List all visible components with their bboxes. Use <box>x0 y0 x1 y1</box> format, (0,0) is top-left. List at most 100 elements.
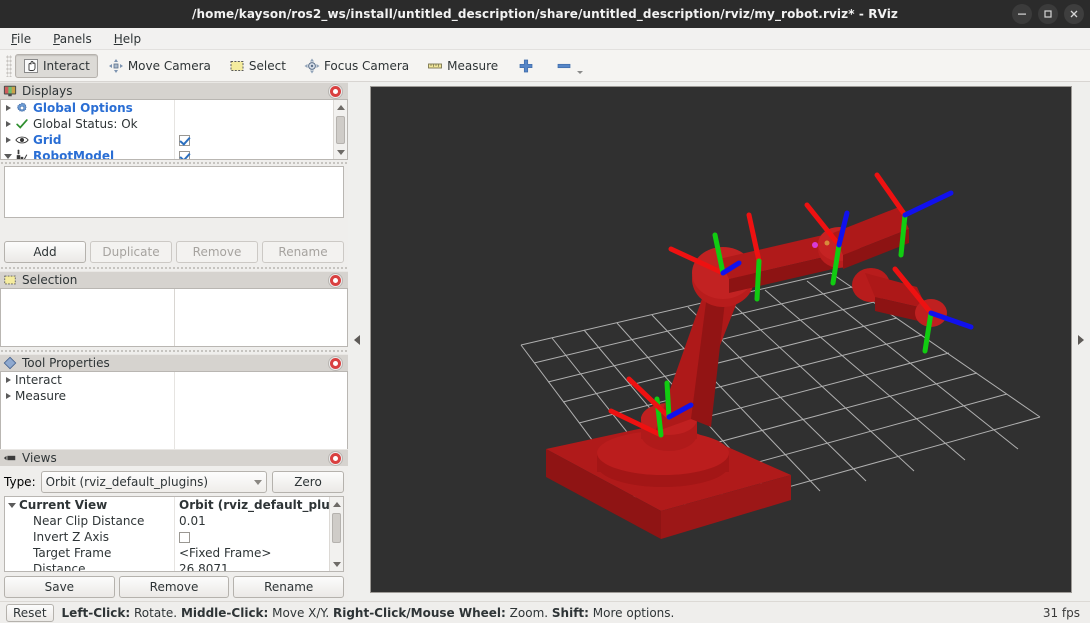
property-name: Current View <box>19 498 108 512</box>
add-tool-button[interactable] <box>508 54 544 78</box>
statusbar: Reset Left-Click: Rotate. Middle-Click: … <box>0 601 1090 623</box>
reset-view-button[interactable]: Reset <box>6 603 54 622</box>
close-icon <box>1070 10 1078 18</box>
tree-row-robotmodel[interactable]: RobotModel <box>1 148 347 160</box>
displays-tree[interactable]: Global Options Global Status: Ok Grid Ro… <box>0 99 348 160</box>
duplicate-display-button[interactable]: Duplicate <box>90 241 172 263</box>
property-value-cell[interactable]: 26.8071 <box>174 561 343 571</box>
selection-panel-close-icon[interactable] <box>329 273 342 287</box>
scroll-up-arrow-icon[interactable] <box>334 100 347 114</box>
tree-row-interact[interactable]: Interact <box>1 372 347 388</box>
property-value-cell[interactable]: <Fixed Frame> <box>174 545 343 561</box>
toolbar-grip[interactable] <box>6 54 12 77</box>
robotmodel-enabled-checkbox[interactable] <box>179 150 190 159</box>
tree-value[interactable] <box>174 372 347 388</box>
tool-select-label: Select <box>248 58 286 73</box>
tool-focus-camera-label: Focus Camera <box>323 58 410 73</box>
minus-icon <box>557 63 571 68</box>
tree-value[interactable] <box>174 148 347 159</box>
remove-view-label: Remove <box>149 580 199 594</box>
menubar: File Panels Help <box>0 28 1090 50</box>
save-view-button[interactable]: Save <box>4 576 115 598</box>
scroll-up-arrow-icon[interactable] <box>330 497 343 511</box>
robot-scene <box>371 87 1071 592</box>
invert-z-axis-checkbox[interactable] <box>179 531 190 543</box>
menu-file-label: ile <box>17 31 32 46</box>
remove-display-button[interactable]: Remove <box>176 241 258 263</box>
left-dock-collapse-handle[interactable] <box>350 320 364 360</box>
close-button[interactable] <box>1064 4 1084 24</box>
render-viewport[interactable] <box>370 86 1072 593</box>
focus-camera-icon <box>304 58 320 73</box>
tree-row-global-options[interactable]: Global Options <box>1 100 347 116</box>
menu-help[interactable]: Help <box>111 31 144 47</box>
right-dock-collapse-handle[interactable] <box>1074 320 1088 360</box>
scrollbar-thumb[interactable] <box>332 513 341 543</box>
displays-splitter-grip[interactable] <box>0 160 348 165</box>
tool-select[interactable]: Select <box>221 54 294 78</box>
twisty-icon[interactable] <box>1 393 15 399</box>
views-property-tree[interactable]: Current View Orbit (rviz_default_plugin … <box>4 496 344 572</box>
scroll-down-arrow-icon[interactable] <box>330 557 343 571</box>
tree-label: RobotModel <box>33 149 115 160</box>
tool-properties-tree[interactable]: Interact Measure <box>0 371 348 452</box>
gear-icon <box>16 102 27 112</box>
tree-row-measure[interactable]: Measure <box>1 388 347 404</box>
tree-value[interactable] <box>174 132 347 148</box>
property-row-near-clip-distance[interactable]: Near Clip Distance 0.01 <box>5 513 343 529</box>
menu-panels-label: anels <box>59 31 92 46</box>
plus-icon <box>519 59 533 72</box>
menu-file[interactable]: File <box>8 31 34 47</box>
twisty-icon[interactable] <box>1 153 15 159</box>
property-row-invert-z-axis[interactable]: Invert Z Axis <box>5 529 343 545</box>
tree-row-global-status[interactable]: Global Status: Ok <box>1 116 347 132</box>
tree-label: Grid <box>33 133 62 147</box>
scrollbar-thumb[interactable] <box>336 116 345 144</box>
tree-value[interactable] <box>174 388 347 404</box>
minimize-button[interactable] <box>1012 4 1032 24</box>
remove-view-button[interactable]: Remove <box>118 576 230 598</box>
property-value-cell[interactable] <box>174 529 343 545</box>
view-type-combo[interactable]: Orbit (rviz_default_plugins) <box>40 471 267 493</box>
menu-panels[interactable]: Panels <box>50 31 95 47</box>
twisty-icon[interactable] <box>1 137 15 143</box>
scroll-down-arrow-icon[interactable] <box>334 145 347 159</box>
tool-focus-camera[interactable]: Focus Camera <box>296 54 417 78</box>
views-panel-close-icon[interactable] <box>329 451 342 465</box>
displays-panel-close-icon[interactable] <box>329 84 342 98</box>
toolbar-overflow-arrow-icon[interactable] <box>577 70 584 74</box>
property-row-distance[interactable]: Distance 26.8071 <box>5 561 343 571</box>
twisty-icon[interactable] <box>1 377 15 383</box>
rename-display-button[interactable]: Rename <box>262 241 344 263</box>
zero-view-button[interactable]: Zero <box>272 471 344 493</box>
twisty-icon[interactable] <box>1 121 15 127</box>
tree-value[interactable] <box>174 116 347 132</box>
rename-view-button[interactable]: Rename <box>233 576 345 598</box>
views-panel-title: Views <box>22 451 57 465</box>
grid-enabled-checkbox[interactable] <box>179 134 190 146</box>
remove-tool-button[interactable] <box>546 54 593 78</box>
add-display-button[interactable]: Add <box>4 241 86 263</box>
property-name: Near Clip Distance <box>33 514 145 528</box>
twisty-icon[interactable] <box>1 105 15 111</box>
main-toolbar: Interact Move Camera Select Focus Camera <box>0 50 1090 82</box>
tool-move-camera[interactable]: Move Camera <box>100 54 219 78</box>
views-scrollbar[interactable] <box>329 497 343 571</box>
tool-properties-panel-close-icon[interactable] <box>329 356 342 370</box>
property-row-target-frame[interactable]: Target Frame <Fixed Frame> <box>5 545 343 561</box>
tree-value[interactable] <box>174 100 347 116</box>
tree-row-grid[interactable]: Grid <box>1 132 347 148</box>
tool-interact[interactable]: Interact <box>15 53 98 78</box>
property-value-cell[interactable]: 0.01 <box>174 513 343 529</box>
measure-icon <box>428 63 443 68</box>
collapse-right-arrow-icon <box>1078 335 1084 345</box>
selection-tree[interactable] <box>0 288 348 347</box>
displays-scrollbar[interactable] <box>333 100 347 159</box>
property-row-current-view[interactable]: Current View Orbit (rviz_default_plugin <box>5 497 343 513</box>
property-value-cell[interactable]: Orbit (rviz_default_plugin <box>174 497 343 513</box>
maximize-button[interactable] <box>1038 4 1058 24</box>
dock-splitter-grip-1[interactable] <box>0 265 348 270</box>
twisty-icon[interactable] <box>5 502 19 508</box>
tool-measure[interactable]: Measure <box>419 54 506 78</box>
dock-splitter-grip-2[interactable] <box>0 348 348 353</box>
